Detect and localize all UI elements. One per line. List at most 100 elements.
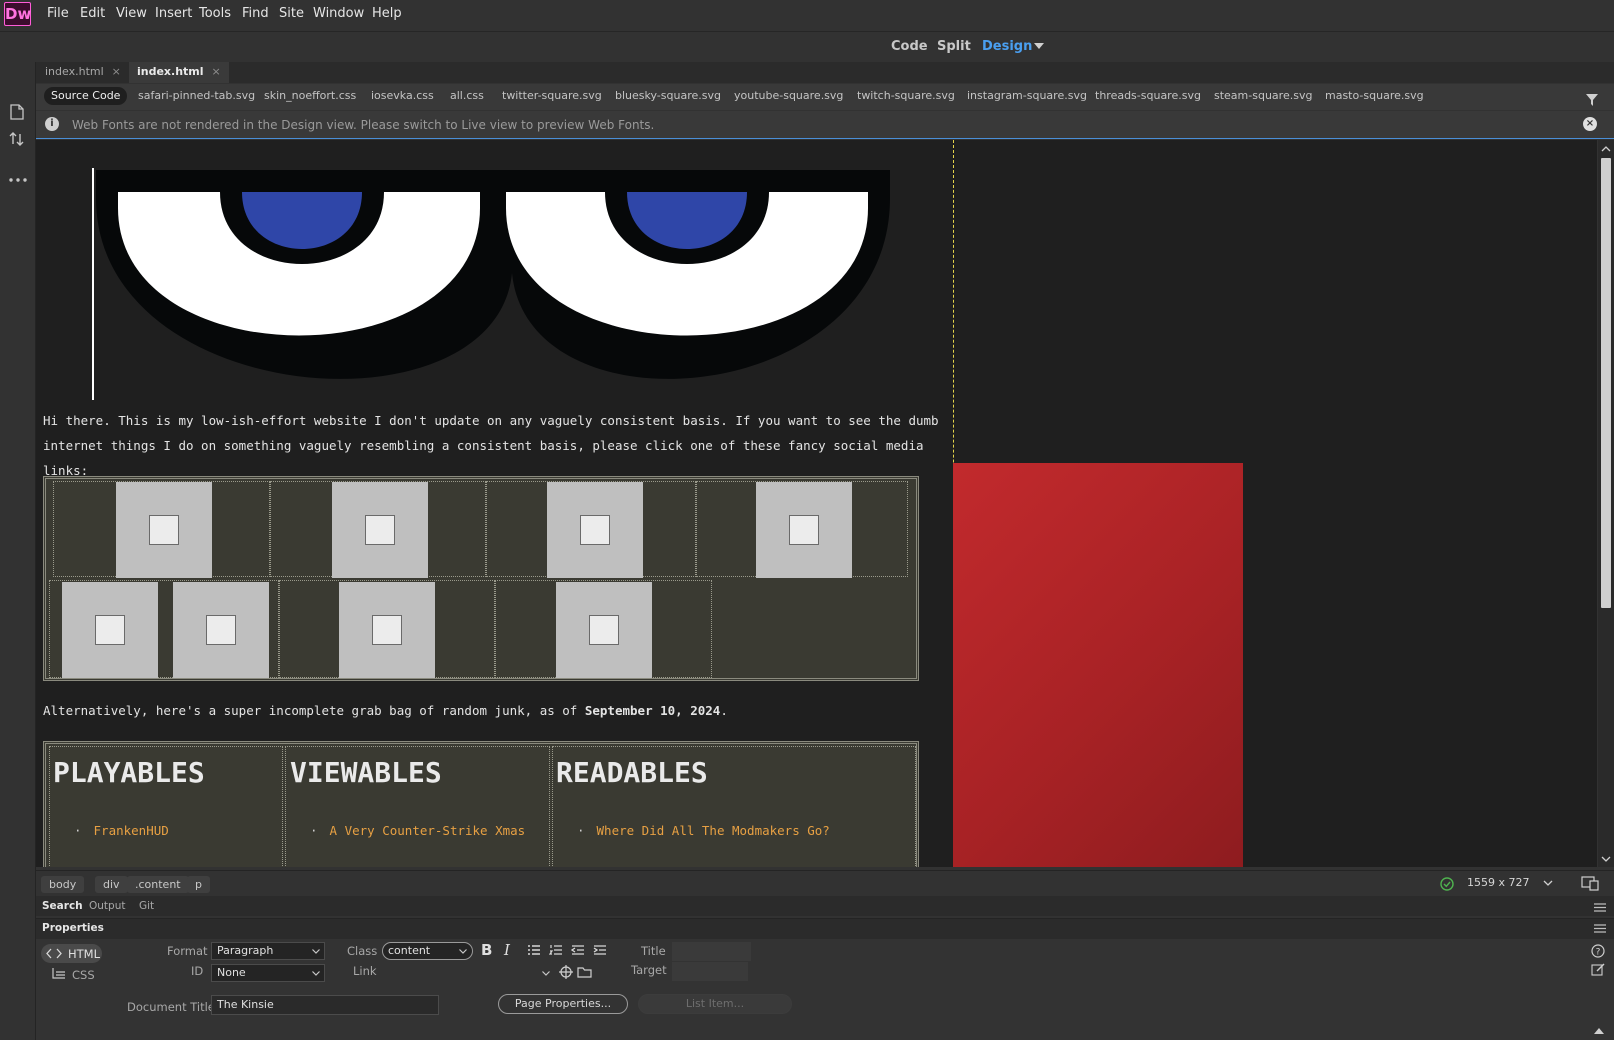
menu-view[interactable]: View [116, 6, 147, 21]
collapse-up-icon[interactable] [1594, 1027, 1604, 1034]
bluesky-image[interactable] [332, 482, 428, 578]
target-select[interactable] [672, 962, 748, 981]
menu-site[interactable]: Site [279, 6, 304, 21]
design-view-button[interactable]: Design [982, 39, 1032, 54]
code-view-button[interactable]: Code [891, 39, 928, 54]
document-title-input[interactable]: The Kinsie [211, 995, 439, 1015]
menu-help[interactable]: Help [372, 6, 402, 21]
related-file[interactable]: instagram-square.svg [967, 89, 1087, 102]
tab-git[interactable]: Git [139, 900, 154, 912]
indent-icon[interactable] [593, 944, 607, 956]
view-mode-chevron-down-icon[interactable] [1034, 43, 1044, 49]
format-label: Format [167, 944, 208, 958]
menu-edit[interactable]: Edit [80, 6, 105, 21]
bold-button[interactable]: B [481, 941, 492, 959]
filter-icon[interactable] [1585, 93, 1599, 107]
chevron-down-icon[interactable] [312, 949, 320, 954]
close-icon[interactable]: × [112, 65, 121, 78]
menu-window[interactable]: Window [313, 6, 364, 21]
close-icon[interactable]: × [212, 65, 221, 78]
chevron-down-icon[interactable] [312, 971, 320, 976]
eyes-logo-image[interactable] [92, 168, 892, 400]
mastodon-image[interactable] [556, 582, 652, 678]
chevron-down-icon[interactable] [459, 949, 467, 954]
doc-tab-active[interactable]: index.html × [129, 62, 229, 83]
file-icon[interactable] [10, 104, 24, 120]
outdent-icon[interactable] [571, 944, 585, 956]
panel-menu-icon[interactable] [1594, 924, 1606, 933]
point-to-file-icon[interactable] [559, 965, 573, 979]
menu-insert[interactable]: Insert [155, 6, 192, 21]
menu-find[interactable]: Find [242, 6, 269, 21]
related-file[interactable]: skin_noeffort.css [264, 89, 356, 102]
document-tabs [36, 62, 1614, 83]
tag-content[interactable]: .content [127, 876, 189, 893]
close-icon[interactable]: × [1583, 117, 1597, 131]
chevron-down-icon[interactable] [1543, 880, 1553, 886]
tag-div[interactable]: div [95, 876, 128, 893]
related-file[interactable]: safari-pinned-tab.svg [138, 89, 255, 102]
panel-menu-icon[interactable] [1594, 903, 1606, 912]
scrollbar-thumb[interactable] [1601, 158, 1611, 608]
source-code-tab[interactable]: Source Code [44, 87, 128, 105]
list-item[interactable]: · Where Did All The Modmakers Go? [577, 823, 830, 838]
more-icon[interactable] [9, 177, 27, 183]
scroll-up-icon[interactable] [1601, 145, 1611, 152]
tab-search[interactable]: Search [42, 900, 83, 912]
list-item[interactable]: · FrankenHUD [74, 823, 169, 838]
scroll-down-icon[interactable] [1601, 856, 1611, 863]
twitter-image[interactable] [116, 482, 212, 578]
title-input[interactable] [672, 942, 751, 961]
class-label: Class [347, 944, 378, 958]
ordered-list-icon[interactable] [549, 944, 563, 956]
page-properties-button[interactable]: Page Properties... [498, 994, 628, 1014]
design-canvas[interactable]: Hi there. This is my low-ish-effort webs… [36, 140, 1597, 867]
chevron-down-icon[interactable] [542, 971, 550, 976]
italic-button[interactable]: I [504, 941, 510, 959]
tag-body[interactable]: body [41, 876, 85, 893]
bullet-dot: · [577, 823, 585, 838]
steam-image[interactable] [339, 582, 435, 678]
grab-bag-suffix: . [720, 703, 728, 718]
related-file[interactable]: iosevka.css [371, 89, 434, 102]
css-mode-label[interactable]: CSS [72, 968, 95, 982]
related-file[interactable]: all.css [450, 89, 484, 102]
link-input[interactable] [382, 964, 556, 982]
item-link[interactable]: A Very Counter-Strike Xmas [330, 823, 526, 838]
split-view-button[interactable]: Split [937, 39, 971, 54]
item-link[interactable]: FrankenHUD [94, 823, 169, 838]
class-value: content [388, 944, 431, 957]
instagram-image[interactable] [62, 582, 158, 678]
doc-tab[interactable]: index.html × [37, 62, 129, 83]
edit-rule-icon[interactable] [1591, 962, 1605, 976]
related-file[interactable]: masto-square.svg [1325, 89, 1424, 102]
related-file[interactable]: youtube-square.svg [734, 89, 843, 102]
related-file[interactable]: threads-square.svg [1095, 89, 1201, 102]
related-file[interactable]: twitch-square.svg [857, 89, 955, 102]
doc-tab-label: index.html [137, 65, 204, 78]
window-size-select[interactable]: 1559 x 727 [1467, 876, 1530, 889]
doc-tab-label: index.html [45, 65, 104, 78]
format-select[interactable]: Paragraph [211, 942, 325, 960]
device-preview-icon[interactable] [1581, 876, 1599, 891]
related-file[interactable]: steam-square.svg [1214, 89, 1312, 102]
twitch-image[interactable] [756, 482, 852, 578]
grab-bag-text: Alternatively, here's a super incomplete… [43, 703, 585, 718]
youtube-image[interactable] [547, 482, 643, 578]
list-item-button[interactable]: List Item... [638, 994, 792, 1014]
tab-output[interactable]: Output [89, 900, 125, 912]
menu-file[interactable]: File [47, 6, 69, 21]
help-icon[interactable]: ? [1591, 944, 1605, 958]
unordered-list-icon[interactable] [527, 944, 541, 956]
sort-arrows-icon[interactable] [9, 131, 25, 147]
item-link[interactable]: Where Did All The Modmakers Go? [597, 823, 830, 838]
id-select[interactable]: None [211, 964, 325, 982]
threads-image[interactable] [173, 582, 269, 678]
tag-p[interactable]: p [187, 876, 210, 893]
related-file[interactable]: bluesky-square.svg [615, 89, 721, 102]
folder-icon[interactable] [577, 966, 592, 978]
menu-tools[interactable]: Tools [199, 6, 231, 21]
list-item[interactable]: · A Very Counter-Strike Xmas [310, 823, 525, 838]
related-file[interactable]: twitter-square.svg [502, 89, 602, 102]
grab-bag-date: September 10, 2024 [584, 703, 721, 718]
